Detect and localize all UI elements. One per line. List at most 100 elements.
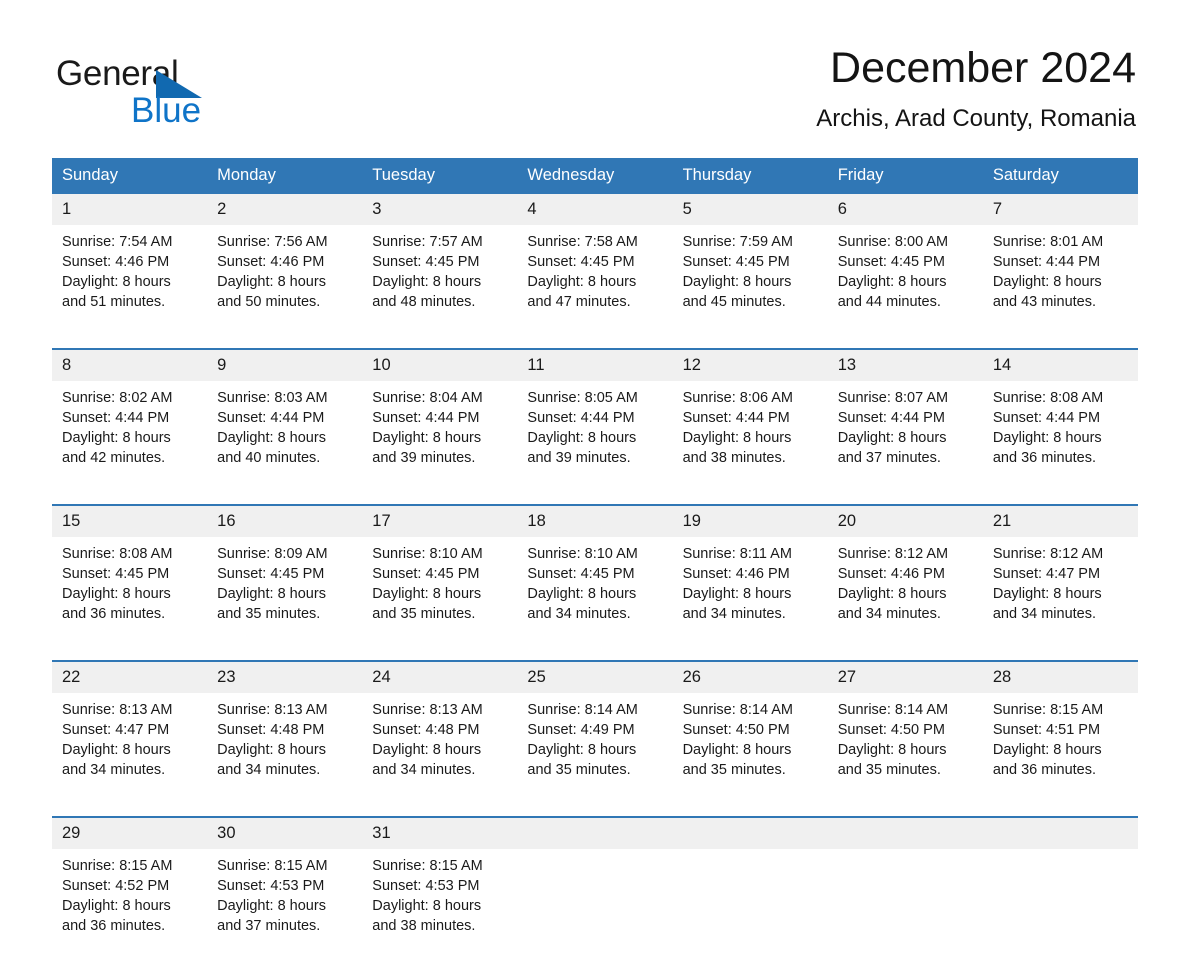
day-cell[interactable]: 29 Sunrise: 8:15 AM Sunset: 4:52 PM Dayl… [52,816,208,958]
day-details: Sunrise: 8:14 AM Sunset: 4:50 PM Dayligh… [673,693,828,802]
sunset-text: Sunset: 4:44 PM [837,410,945,426]
daylight-text-line1: Daylight: 8 hours [62,274,171,290]
daylight-text-line1: Daylight: 8 hours [62,430,171,446]
daylight-text-line2: and 35 minutes. [682,762,786,778]
day-cell[interactable]: 25 Sunrise: 8:14 AM Sunset: 4:49 PM Dayl… [517,660,673,802]
day-cell[interactable]: 14 Sunrise: 8:08 AM Sunset: 4:44 PM Dayl… [982,348,1138,490]
sunset-text: Sunset: 4:46 PM [62,254,170,270]
daylight-text-line2: and 36 minutes. [62,606,166,622]
daylight-text-line1: Daylight: 8 hours [62,586,171,602]
day-cell[interactable]: 28 Sunrise: 8:15 AM Sunset: 4:51 PM Dayl… [982,660,1138,802]
week-spacer [52,490,1138,505]
sunrise-text: Sunrise: 8:11 AM [682,546,792,562]
sunrise-text: Sunrise: 8:02 AM [62,390,173,406]
day-cell[interactable]: 4 Sunrise: 7:58 AM Sunset: 4:45 PM Dayli… [517,194,673,334]
day-details: Sunrise: 8:15 AM Sunset: 4:51 PM Dayligh… [983,693,1138,802]
day-cell[interactable]: 11 Sunrise: 8:05 AM Sunset: 4:44 PM Dayl… [517,348,673,490]
general-blue-logo[interactable]: General Blue [56,54,256,132]
day-cell[interactable]: 9 Sunrise: 8:03 AM Sunset: 4:44 PM Dayli… [207,348,363,490]
daylight-text-line2: and 47 minutes. [527,294,631,310]
day-cell[interactable]: 24 Sunrise: 8:13 AM Sunset: 4:48 PM Dayl… [362,660,518,802]
day-cell[interactable]: 26 Sunrise: 8:14 AM Sunset: 4:50 PM Dayl… [672,660,828,802]
day-number: 19 [672,506,828,537]
weekday-header-thursday: Thursday [672,158,828,194]
sunset-text: Sunset: 4:46 PM [837,566,945,582]
sunrise-text: Sunrise: 8:09 AM [217,546,328,562]
day-cell[interactable]: 13 Sunrise: 8:07 AM Sunset: 4:44 PM Dayl… [827,348,983,490]
daylight-text-line2: and 36 minutes. [992,450,1097,466]
day-cell[interactable]: 23 Sunrise: 8:13 AM Sunset: 4:48 PM Dayl… [207,660,363,802]
day-cell[interactable]: 15 Sunrise: 8:08 AM Sunset: 4:45 PM Dayl… [52,504,208,646]
day-number: 23 [207,662,363,693]
day-cell[interactable]: 21 Sunrise: 8:12 AM Sunset: 4:47 PM Dayl… [982,504,1138,646]
sunrise-text: Sunrise: 8:15 AM [217,858,328,874]
daylight-text-line1: Daylight: 8 hours [837,430,947,446]
sunrise-text: Sunrise: 7:57 AM [372,234,483,250]
day-cell[interactable]: 16 Sunrise: 8:09 AM Sunset: 4:45 PM Dayl… [207,504,363,646]
day-cell[interactable]: 27 Sunrise: 8:14 AM Sunset: 4:50 PM Dayl… [827,660,983,802]
day-number [672,818,828,849]
weekday-header-tuesday: Tuesday [362,158,518,194]
day-number: 13 [827,350,983,381]
sunset-text: Sunset: 4:49 PM [527,722,635,738]
daylight-text-line2: and 34 minutes. [837,606,941,622]
day-cell[interactable]: 2 Sunrise: 7:56 AM Sunset: 4:46 PM Dayli… [207,194,363,334]
day-cell[interactable]: 8 Sunrise: 8:02 AM Sunset: 4:44 PM Dayli… [52,348,208,490]
sunrise-text: Sunrise: 8:08 AM [62,546,173,562]
sunrise-text: Sunrise: 8:07 AM [837,390,949,406]
day-details: Sunrise: 8:10 AM Sunset: 4:45 PM Dayligh… [362,537,517,646]
day-cell[interactable]: 18 Sunrise: 8:10 AM Sunset: 4:45 PM Dayl… [517,504,673,646]
day-cell[interactable]: 17 Sunrise: 8:10 AM Sunset: 4:45 PM Dayl… [362,504,518,646]
day-cell[interactable]: 12 Sunrise: 8:06 AM Sunset: 4:44 PM Dayl… [672,348,828,490]
day-number: 8 [52,350,208,381]
sunset-text: Sunset: 4:45 PM [372,566,480,582]
calendar-week-row: 1 Sunrise: 7:54 AM Sunset: 4:46 PM Dayli… [52,194,1138,334]
sunset-text: Sunset: 4:45 PM [837,254,945,270]
day-cell[interactable]: 10 Sunrise: 8:04 AM Sunset: 4:44 PM Dayl… [362,348,518,490]
day-details: Sunrise: 8:06 AM Sunset: 4:44 PM Dayligh… [673,381,828,490]
day-cell[interactable]: 5 Sunrise: 7:59 AM Sunset: 4:45 PM Dayli… [672,194,828,334]
sunrise-text: Sunrise: 8:04 AM [372,390,483,406]
day-cell-empty [672,816,828,958]
day-cell[interactable]: 22 Sunrise: 8:13 AM Sunset: 4:47 PM Dayl… [52,660,208,802]
daylight-text-line1: Daylight: 8 hours [527,586,637,602]
daylight-text-line2: and 37 minutes. [837,450,941,466]
day-cell[interactable]: 1 Sunrise: 7:54 AM Sunset: 4:46 PM Dayli… [52,194,208,334]
sunset-text: Sunset: 4:53 PM [372,878,480,894]
daylight-text-line1: Daylight: 8 hours [217,586,326,602]
day-details: Sunrise: 8:00 AM Sunset: 4:45 PM Dayligh… [828,225,983,334]
day-cell[interactable]: 20 Sunrise: 8:12 AM Sunset: 4:46 PM Dayl… [827,504,983,646]
day-cell[interactable]: 30 Sunrise: 8:15 AM Sunset: 4:53 PM Dayl… [207,816,363,958]
daylight-text-line2: and 35 minutes. [837,762,941,778]
day-cell[interactable]: 19 Sunrise: 8:11 AM Sunset: 4:46 PM Dayl… [672,504,828,646]
sunrise-text: Sunrise: 8:12 AM [992,546,1104,562]
week-spacer [52,802,1138,817]
day-details: Sunrise: 8:03 AM Sunset: 4:44 PM Dayligh… [207,381,362,490]
sunset-text: Sunset: 4:47 PM [992,566,1101,582]
day-details: Sunrise: 8:15 AM Sunset: 4:52 PM Dayligh… [52,849,207,958]
day-number: 15 [52,506,208,537]
day-cell[interactable]: 6 Sunrise: 8:00 AM Sunset: 4:45 PM Dayli… [827,194,983,334]
daylight-text-line1: Daylight: 8 hours [217,742,326,758]
day-number: 26 [672,662,828,693]
day-cell[interactable]: 3 Sunrise: 7:57 AM Sunset: 4:45 PM Dayli… [362,194,518,334]
sunset-text: Sunset: 4:44 PM [682,410,790,426]
daylight-text-line1: Daylight: 8 hours [837,274,947,290]
day-number: 29 [52,818,208,849]
daylight-text-line1: Daylight: 8 hours [527,430,637,446]
day-cell[interactable]: 7 Sunrise: 8:01 AM Sunset: 4:44 PM Dayli… [982,194,1138,334]
daylight-text-line1: Daylight: 8 hours [992,586,1102,602]
sunrise-text: Sunrise: 8:12 AM [837,546,949,562]
day-cell[interactable]: 31 Sunrise: 8:15 AM Sunset: 4:53 PM Dayl… [362,816,518,958]
daylight-text-line1: Daylight: 8 hours [682,430,792,446]
daylight-text-line2: and 34 minutes. [372,762,476,778]
daylight-text-line2: and 38 minutes. [682,450,786,466]
day-details: Sunrise: 8:05 AM Sunset: 4:44 PM Dayligh… [517,381,672,490]
sunset-text: Sunset: 4:44 PM [217,410,325,426]
sunrise-text: Sunrise: 8:15 AM [372,858,483,874]
sunrise-text: Sunrise: 8:14 AM [527,702,638,718]
day-number: 31 [362,818,518,849]
day-number: 17 [362,506,518,537]
daylight-text-line2: and 34 minutes. [217,762,321,778]
daylight-text-line2: and 37 minutes. [217,918,321,934]
